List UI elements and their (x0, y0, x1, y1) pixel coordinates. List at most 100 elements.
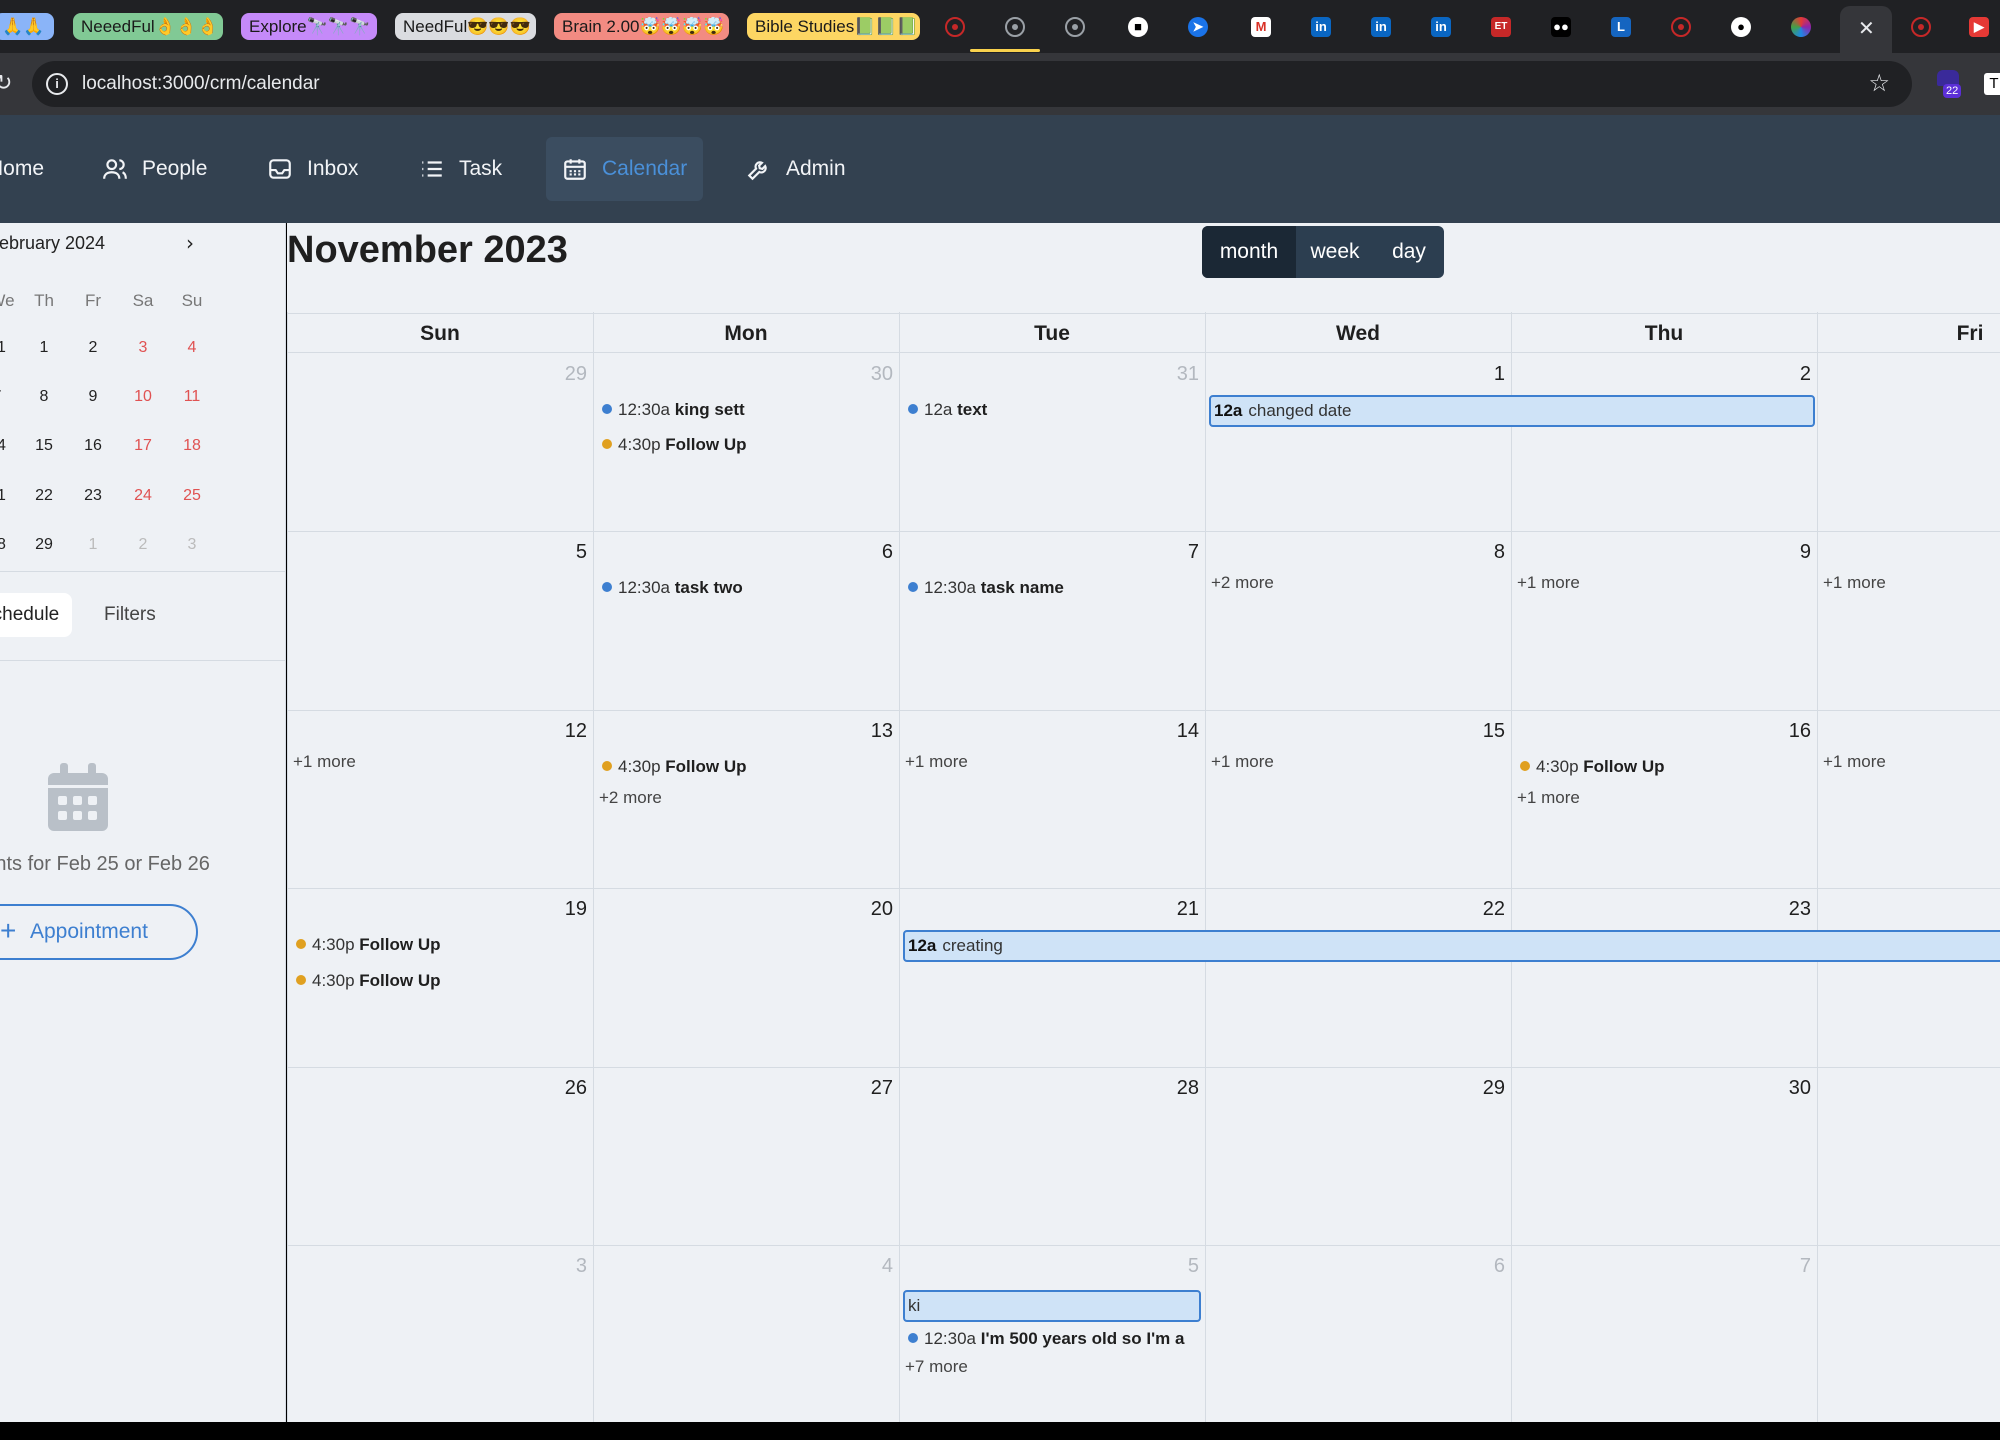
mini-day[interactable]: 3 (128, 339, 158, 357)
compass-icon[interactable]: ➤ (1183, 12, 1213, 42)
mini-day[interactable]: 28 (0, 536, 12, 554)
tab-group-chip[interactable]: NeedFul😎😎😎 (395, 13, 536, 40)
day-number[interactable]: 23 (1771, 898, 1811, 921)
add-appointment-button[interactable]: + Appointment (0, 904, 198, 960)
mini-day[interactable]: 1 (29, 339, 59, 357)
info-icon[interactable]: i (46, 73, 68, 95)
nav-inbox[interactable]: Inbox (267, 137, 358, 201)
mini-day[interactable]: 7 (0, 388, 12, 406)
more-link[interactable]: +1 more (905, 752, 968, 772)
calendar-event-block[interactable]: 12a changed date (1209, 395, 1815, 427)
more-link[interactable]: +1 more (1823, 573, 1886, 593)
day-number[interactable]: 29 (547, 363, 587, 386)
nav-calendar[interactable]: Calendar (546, 137, 704, 201)
day-number[interactable]: 6 (853, 541, 893, 564)
n-icon[interactable] (1666, 12, 1696, 42)
day-number[interactable]: 28 (1159, 1077, 1199, 1100)
et-icon[interactable]: ET (1486, 12, 1516, 42)
day-number[interactable]: 16 (1771, 720, 1811, 743)
mini-day[interactable]: 16 (78, 437, 108, 455)
mini-day[interactable]: 14 (0, 437, 12, 455)
more-link[interactable]: +1 more (1211, 752, 1274, 772)
mini-day[interactable]: 18 (177, 437, 207, 455)
day-number[interactable]: 30 (853, 363, 893, 386)
gmail-icon[interactable]: M (1246, 12, 1276, 42)
day-number[interactable]: 29 (1465, 1077, 1505, 1100)
github-icon[interactable]: ● (1726, 12, 1756, 42)
day-number[interactable]: 19 (547, 898, 587, 921)
mini-day[interactable]: 15 (29, 437, 59, 455)
nav-home[interactable]: Home (0, 137, 44, 201)
day-number[interactable]: 31 (1159, 363, 1199, 386)
day-number[interactable]: 4 (853, 1255, 893, 1278)
mini-day[interactable]: 31 (0, 339, 12, 357)
calendar-event[interactable]: 4:30p Follow Up (1520, 754, 1665, 780)
more-link[interactable]: +2 more (599, 788, 662, 808)
reload-icon[interactable]: ↻ (0, 71, 12, 96)
tab-group-chip[interactable]: Brain 2.00🤯🤯🤯🤯 (554, 13, 729, 40)
calendar-event[interactable]: 12a text (908, 397, 987, 423)
mini-day[interactable]: 9 (78, 388, 108, 406)
tab-group-chip[interactable]: Explore🔭🔭🔭 (241, 13, 377, 40)
dual-icon[interactable]: ■ (1123, 12, 1153, 42)
day-number[interactable]: 7 (1159, 541, 1199, 564)
linkedin-icon[interactable]: in (1306, 12, 1336, 42)
day-number[interactable]: 3 (547, 1255, 587, 1278)
calendar-event[interactable]: 12:30a king sett (602, 397, 745, 423)
record-icon[interactable] (1906, 12, 1936, 42)
more-link[interactable]: +1 more (1823, 752, 1886, 772)
more-link[interactable]: +1 more (1517, 788, 1580, 808)
mini-day[interactable]: 22 (29, 487, 59, 505)
more-link[interactable]: +7 more (905, 1357, 968, 1377)
calendar-event-block[interactable]: ki (903, 1290, 1201, 1322)
day-number[interactable]: 15 (1465, 720, 1505, 743)
day-number[interactable]: 5 (547, 541, 587, 564)
active-tab[interactable]: ✕ (1840, 6, 1892, 53)
tab-schedule[interactable]: Schedule (0, 593, 72, 637)
url-text[interactable]: localhost:3000/crm/calendar (82, 73, 320, 95)
day-number[interactable]: 26 (547, 1077, 587, 1100)
day-number[interactable]: 6 (1465, 1255, 1505, 1278)
mini-day[interactable]: 24 (128, 487, 158, 505)
calendar-event[interactable]: 12:30a task two (602, 575, 743, 601)
linkedin-icon[interactable]: in (1426, 12, 1456, 42)
mini-day[interactable]: 3 (177, 536, 207, 554)
calendar-event[interactable]: 4:30p Follow Up (602, 754, 747, 780)
day-number[interactable]: 5 (1159, 1255, 1199, 1278)
calendar-event-block[interactable]: 12a creating (903, 930, 2000, 962)
circle-icon[interactable] (1060, 12, 1090, 42)
medium-icon[interactable]: ●● (1546, 12, 1576, 42)
day-number[interactable]: 7 (1771, 1255, 1811, 1278)
day-number[interactable]: 27 (853, 1077, 893, 1100)
bookmark-star-icon[interactable]: ☆ (1868, 69, 1890, 97)
view-day-button[interactable]: day (1374, 226, 1444, 278)
nav-people[interactable]: People (102, 137, 207, 201)
tab-group-chip[interactable]: NeeedFul👌👌👌 (73, 13, 223, 40)
day-number[interactable]: 2 (1771, 363, 1811, 386)
day-number[interactable]: 22 (1465, 898, 1505, 921)
calendar-event[interactable]: 4:30p Follow Up (602, 432, 747, 458)
more-link[interactable]: +1 more (293, 752, 356, 772)
tab-group-chip[interactable]: 🙏🙏 (0, 13, 54, 40)
day-number[interactable]: 21 (1159, 898, 1199, 921)
close-icon[interactable]: ✕ (1858, 16, 1875, 40)
day-number[interactable]: 1 (1465, 363, 1505, 386)
nav-task[interactable]: Task (419, 137, 502, 201)
profile-avatar[interactable]: T (1984, 73, 2000, 95)
day-number[interactable]: 8 (1465, 541, 1505, 564)
l-icon[interactable]: L (1606, 12, 1636, 42)
mini-day[interactable]: 29 (29, 536, 59, 554)
mini-day[interactable]: 23 (78, 487, 108, 505)
extension-icon[interactable]: 22 (1935, 70, 1963, 98)
record-icon[interactable] (940, 12, 970, 42)
view-week-button[interactable]: week (1296, 226, 1374, 278)
calendar-event[interactable]: 4:30p Follow Up (296, 968, 441, 994)
more-link[interactable]: +1 more (1517, 573, 1580, 593)
mini-day[interactable]: 2 (128, 536, 158, 554)
linkedin-icon[interactable]: in (1366, 12, 1396, 42)
chevron-right-icon[interactable]: › (186, 231, 194, 255)
calendar-event[interactable]: 12:30a task name (908, 575, 1064, 601)
day-number[interactable]: 20 (853, 898, 893, 921)
more-link[interactable]: +2 more (1211, 573, 1274, 593)
mini-day[interactable]: 10 (128, 388, 158, 406)
